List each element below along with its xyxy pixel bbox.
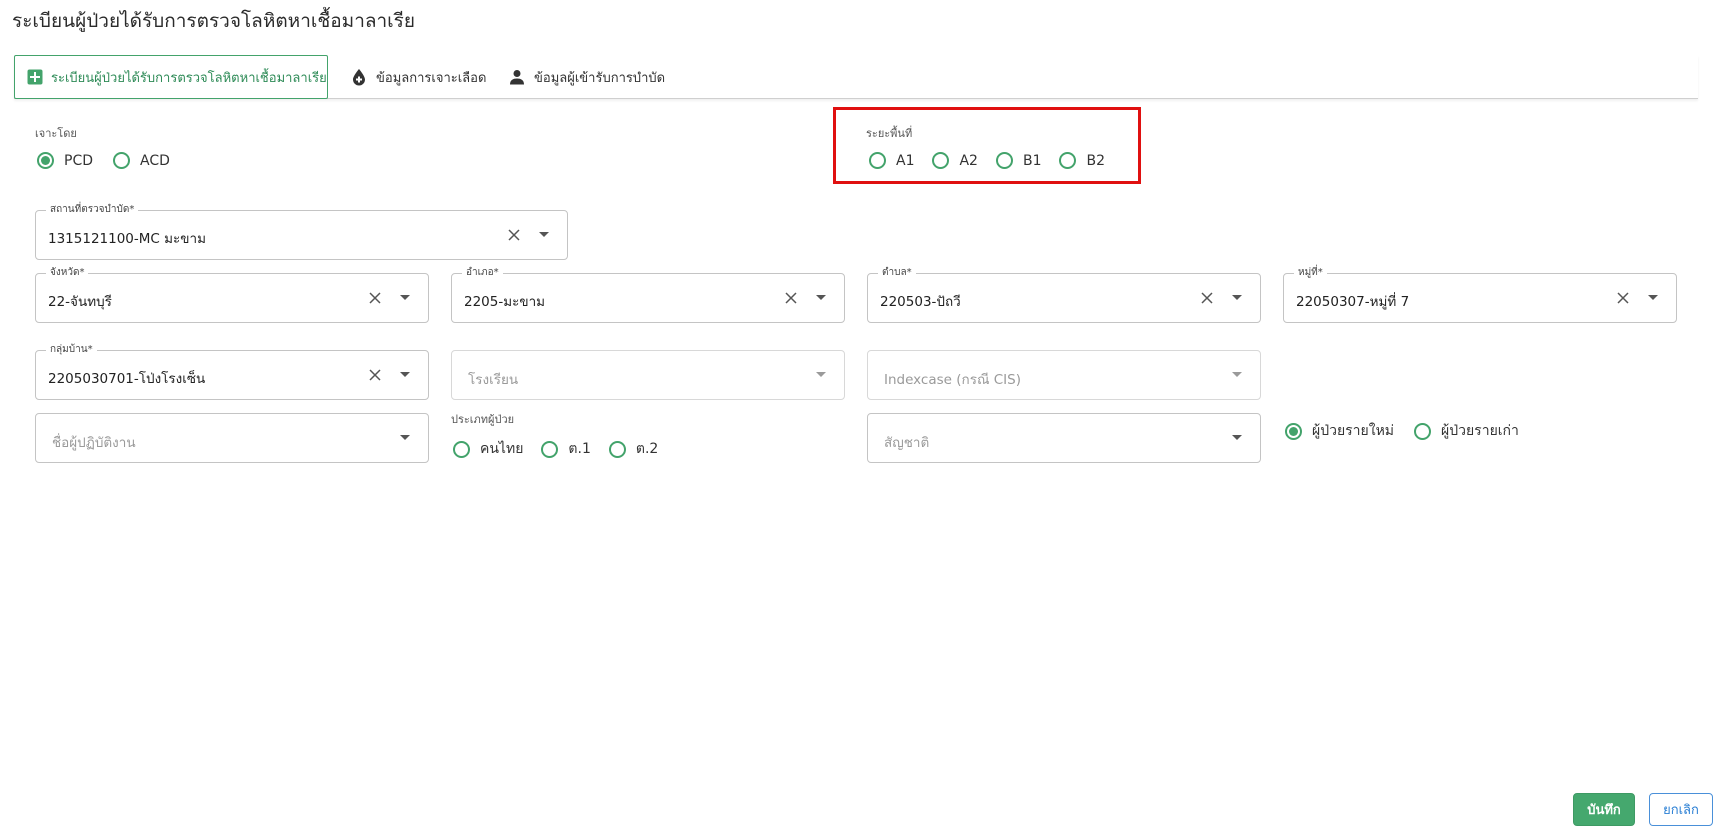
indexcase-select[interactable]: Indexcase (กรณี CIS) bbox=[867, 350, 1261, 400]
radio-button[interactable] bbox=[113, 152, 130, 169]
field-placeholder: Indexcase (กรณี CIS) bbox=[884, 372, 1022, 388]
clear-icon[interactable] bbox=[1195, 286, 1219, 310]
clear-icon[interactable] bbox=[1611, 286, 1635, 310]
cancel-button[interactable]: ยกเลิก bbox=[1649, 793, 1713, 826]
subdistrict-select[interactable]: ตำบล* 220503-ปัถวี bbox=[867, 266, 1261, 323]
radio-a1[interactable]: A1 bbox=[869, 152, 914, 169]
highlight-box bbox=[833, 107, 1141, 184]
patient-type-label: ประเภทผู้ป่วย bbox=[451, 413, 515, 426]
radio-label: A1 bbox=[896, 152, 915, 169]
clear-icon[interactable] bbox=[779, 286, 803, 310]
field-label: อำเภอ* bbox=[462, 266, 503, 280]
field-label: กลุ่มบ้าน* bbox=[46, 343, 97, 357]
radio-button[interactable] bbox=[932, 152, 950, 169]
tab-blood-draw[interactable]: ข้อมูลการเจาะเลือด bbox=[338, 55, 498, 99]
chevron-down-icon[interactable] bbox=[393, 286, 417, 310]
chevron-down-icon[interactable] bbox=[809, 286, 833, 310]
radio-pcd[interactable]: PCD bbox=[37, 152, 93, 169]
area-level-label: ระยะพื้นที่ bbox=[866, 127, 913, 140]
radio-button[interactable] bbox=[995, 152, 1013, 169]
radio-label: ผู้ป่วยรายเก่า bbox=[1441, 423, 1519, 439]
area-level-radio-group: A1 A2 B1 B2 bbox=[869, 152, 1123, 169]
radio-button[interactable] bbox=[869, 152, 886, 169]
person-icon bbox=[508, 68, 526, 86]
clear-icon[interactable] bbox=[363, 363, 387, 387]
radio-t2[interactable]: ต.2 bbox=[608, 438, 659, 460]
chevron-down-icon[interactable] bbox=[393, 363, 417, 387]
save-button[interactable]: บันทึก bbox=[1573, 793, 1635, 826]
field-placeholder: โรงเรียน bbox=[468, 372, 519, 388]
village-group-select[interactable]: กลุ่มบ้าน* 2205030701-โป่งโรงเซ็น bbox=[35, 343, 429, 400]
radio-label: ผู้ป่วยรายใหม่ bbox=[1312, 423, 1395, 439]
tab-label: ข้อมูลผู้เข้ารับการบำบัด bbox=[534, 70, 666, 86]
radio-thai[interactable]: คนไทย bbox=[453, 438, 523, 460]
radio-button[interactable] bbox=[1285, 422, 1302, 440]
field-label: จังหวัด* bbox=[46, 266, 89, 280]
tab-patient-info[interactable]: ข้อมูลผู้เข้ารับการบำบัด bbox=[496, 55, 677, 99]
radio-button[interactable] bbox=[453, 440, 470, 458]
field-label: สถานที่ตรวจบำบัด* bbox=[46, 203, 139, 217]
chevron-down-icon[interactable] bbox=[1225, 363, 1249, 387]
field-value: 22-จันทบุรี bbox=[48, 294, 112, 310]
field-value: 2205-มะขาม bbox=[464, 294, 546, 310]
clear-icon[interactable] bbox=[502, 223, 526, 247]
field-value: 22050307-หมู่ที่ 7 bbox=[1296, 294, 1410, 310]
radio-label: B2 bbox=[1086, 152, 1105, 169]
operator-select[interactable]: ชื่อผู้ปฏิบัติงาน bbox=[35, 413, 429, 463]
radio-t1[interactable]: ต.1 bbox=[541, 438, 591, 460]
chevron-down-icon[interactable] bbox=[1225, 426, 1249, 450]
chevron-down-icon[interactable] bbox=[532, 223, 556, 247]
radio-a2[interactable]: A2 bbox=[932, 152, 978, 169]
radio-button[interactable] bbox=[608, 440, 626, 458]
blood-drop-icon bbox=[350, 68, 368, 86]
radio-b2[interactable]: B2 bbox=[1059, 152, 1105, 169]
field-value: 2205030701-โป่งโรงเซ็น bbox=[48, 371, 206, 387]
chevron-down-icon[interactable] bbox=[809, 363, 833, 387]
field-placeholder: ชื่อผู้ปฏิบัติงาน bbox=[52, 435, 136, 451]
province-select[interactable]: จังหวัด* 22-จันทบุรี bbox=[35, 266, 429, 323]
chevron-down-icon[interactable] bbox=[393, 426, 417, 450]
field-placeholder: สัญชาติ bbox=[884, 435, 930, 451]
radio-button[interactable] bbox=[1059, 152, 1077, 169]
clear-icon[interactable] bbox=[363, 286, 387, 310]
field-label: หมู่ที่* bbox=[1294, 266, 1327, 280]
nationality-select[interactable]: สัญชาติ bbox=[867, 413, 1261, 463]
radio-label: คนไทย bbox=[480, 441, 524, 457]
radio-b1[interactable]: B1 bbox=[995, 152, 1042, 169]
radio-label: ต.2 bbox=[635, 441, 659, 457]
draw-by-label: เจาะโดย bbox=[35, 127, 77, 140]
radio-new-patient[interactable]: ผู้ป่วยรายใหม่ bbox=[1285, 420, 1394, 442]
chevron-down-icon[interactable] bbox=[1641, 286, 1665, 310]
patient-status-radio-group: ผู้ป่วยรายใหม่ ผู้ป่วยรายเก่า bbox=[1285, 420, 1537, 442]
radio-button[interactable] bbox=[541, 440, 559, 458]
tab-label: ข้อมูลการเจาะเลือด bbox=[376, 70, 487, 86]
treatment-site-select[interactable]: สถานที่ตรวจบำบัด* 1315121100-MC มะขาม bbox=[35, 203, 568, 260]
radio-label: B1 bbox=[1022, 152, 1042, 169]
radio-label: ACD bbox=[140, 152, 170, 169]
district-select[interactable]: อำเภอ* 2205-มะขาม bbox=[451, 266, 845, 323]
radio-old-patient[interactable]: ผู้ป่วยรายเก่า bbox=[1414, 420, 1519, 442]
radio-button[interactable] bbox=[1414, 422, 1432, 440]
field-label: ตำบล* bbox=[878, 266, 916, 280]
draw-by-radio-group: PCD ACD bbox=[37, 152, 188, 169]
patient-type-radio-group: คนไทย ต.1 ต.2 bbox=[453, 438, 676, 460]
page-title: ระเบียนผู้ป่วยได้รับการตรวจโลหิตหาเชื้อม… bbox=[12, 10, 416, 32]
field-value: 1315121100-MC มะขาม bbox=[48, 231, 206, 247]
radio-label: A2 bbox=[959, 152, 978, 169]
field-value: 220503-ปัถวี bbox=[880, 294, 961, 310]
tab-bar: ระเบียนผู้ป่วยได้รับการตรวจโลหิตหาเชื้อม… bbox=[14, 55, 1698, 99]
school-select[interactable]: โรงเรียน bbox=[451, 350, 845, 400]
village-select[interactable]: หมู่ที่* 22050307-หมู่ที่ 7 bbox=[1283, 266, 1677, 323]
tab-malaria-record[interactable]: ระเบียนผู้ป่วยได้รับการตรวจโลหิตหาเชื้อม… bbox=[14, 55, 328, 99]
chevron-down-icon[interactable] bbox=[1225, 286, 1249, 310]
radio-acd[interactable]: ACD bbox=[113, 152, 170, 169]
radio-button[interactable] bbox=[37, 152, 54, 169]
radio-label: PCD bbox=[64, 152, 93, 169]
radio-label: ต.1 bbox=[568, 441, 591, 457]
tab-label: ระเบียนผู้ป่วยได้รับการตรวจโลหิตหาเชื้อม… bbox=[51, 70, 327, 86]
plus-square-icon bbox=[27, 68, 43, 86]
